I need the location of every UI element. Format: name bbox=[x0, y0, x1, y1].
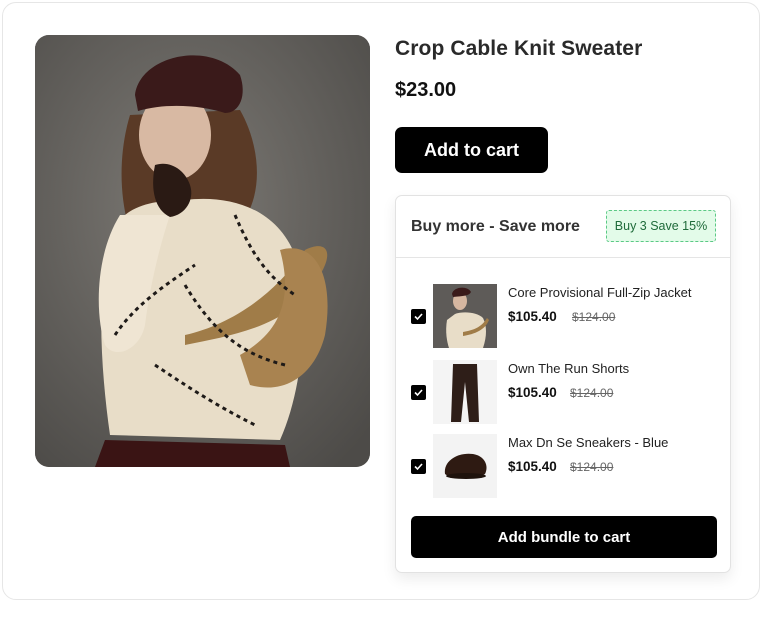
beret-thumb[interactable] bbox=[433, 434, 497, 498]
bundle-header: Buy more - Save more Buy 3 Save 15% bbox=[396, 196, 730, 258]
item-price: $105.40 bbox=[508, 459, 557, 474]
pants-thumb[interactable] bbox=[433, 360, 497, 424]
beret-thumb-image bbox=[433, 434, 497, 498]
bundle-panel: Buy more - Save more Buy 3 Save 15% Core… bbox=[395, 195, 731, 573]
item-checkbox[interactable] bbox=[411, 385, 426, 400]
product-image[interactable] bbox=[35, 35, 370, 467]
model-photo bbox=[35, 35, 370, 467]
bundle-item: Core Provisional Full-Zip Jacket $105.40… bbox=[396, 283, 730, 349]
sweater-thumb-image bbox=[433, 284, 497, 348]
bundle-item: Max Dn Se Sneakers - Blue $105.40 $124.0… bbox=[396, 433, 730, 499]
product-card: Crop Cable Knit Sweater $23.00 Add to ca… bbox=[2, 2, 760, 600]
pants-thumb-image bbox=[433, 360, 497, 424]
sweater-thumb[interactable] bbox=[433, 284, 497, 348]
product-price: $23.00 bbox=[395, 79, 457, 101]
check-icon bbox=[414, 389, 423, 397]
item-name: Max Dn Se Sneakers - Blue bbox=[508, 435, 669, 450]
item-original-price: $124.00 bbox=[570, 460, 614, 474]
item-checkbox[interactable] bbox=[411, 459, 426, 474]
add-to-cart-button[interactable]: Add to cart bbox=[395, 127, 548, 173]
product-title: Crop Cable Knit Sweater bbox=[395, 37, 643, 60]
bundle-item: Own The Run Shorts $105.40 $124.00 bbox=[396, 359, 730, 425]
check-icon bbox=[414, 313, 423, 321]
item-original-price: $124.00 bbox=[570, 386, 614, 400]
item-checkbox[interactable] bbox=[411, 309, 426, 324]
check-icon bbox=[414, 463, 423, 471]
item-price: $105.40 bbox=[508, 385, 557, 400]
item-name: Core Provisional Full-Zip Jacket bbox=[508, 285, 692, 300]
item-name: Own The Run Shorts bbox=[508, 361, 630, 376]
bundle-title: Buy more - Save more bbox=[411, 218, 580, 235]
discount-badge: Buy 3 Save 15% bbox=[606, 210, 716, 242]
item-price: $105.40 bbox=[508, 309, 557, 324]
item-original-price: $124.00 bbox=[572, 310, 616, 324]
add-bundle-button[interactable]: Add bundle to cart bbox=[411, 516, 717, 558]
